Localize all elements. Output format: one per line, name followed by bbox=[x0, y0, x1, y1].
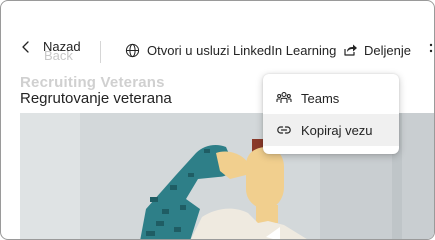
open-in-linkedin-learning-button[interactable]: Otvori u usluzi LinkedIn Learning bbox=[125, 43, 336, 58]
back-button[interactable]: Back Nazad bbox=[19, 39, 81, 63]
open-in-linkedin-learning-label: Otvori u usluzi LinkedIn Learning bbox=[147, 43, 337, 58]
share-menu-item-teams[interactable]: Teams bbox=[263, 82, 399, 114]
share-menu: Teams Kopiraj vezu bbox=[263, 74, 399, 154]
content-title: Regrutovanje veterana bbox=[20, 90, 176, 107]
teams-icon bbox=[276, 91, 292, 103]
back-label: Nazad bbox=[43, 39, 81, 54]
chevron-left-icon bbox=[22, 40, 29, 53]
toolbar-divider bbox=[100, 41, 101, 63]
share-icon bbox=[344, 44, 357, 56]
back-label-wrap: Back Nazad bbox=[43, 39, 81, 63]
share-label: Deljenje bbox=[364, 42, 411, 58]
share-menu-item-teams-label: Teams bbox=[301, 90, 340, 106]
link-icon bbox=[277, 126, 291, 134]
more-options-button[interactable] bbox=[427, 41, 434, 61]
more-icon bbox=[429, 43, 433, 53]
toolbar: Back Nazad Otvori u usluzi LinkedIn Lear… bbox=[1, 1, 434, 69]
app-window: Back Nazad Otvori u usluzi LinkedIn Lear… bbox=[0, 0, 435, 240]
share-menu-item-copy-link[interactable]: Kopiraj vezu bbox=[263, 114, 399, 146]
globe-icon bbox=[125, 43, 140, 58]
content-title-ghost: Recruiting Veterans bbox=[20, 74, 165, 91]
share-button[interactable]: Deljenje bbox=[342, 42, 411, 58]
share-menu-item-copy-link-label: Kopiraj vezu bbox=[301, 122, 373, 138]
